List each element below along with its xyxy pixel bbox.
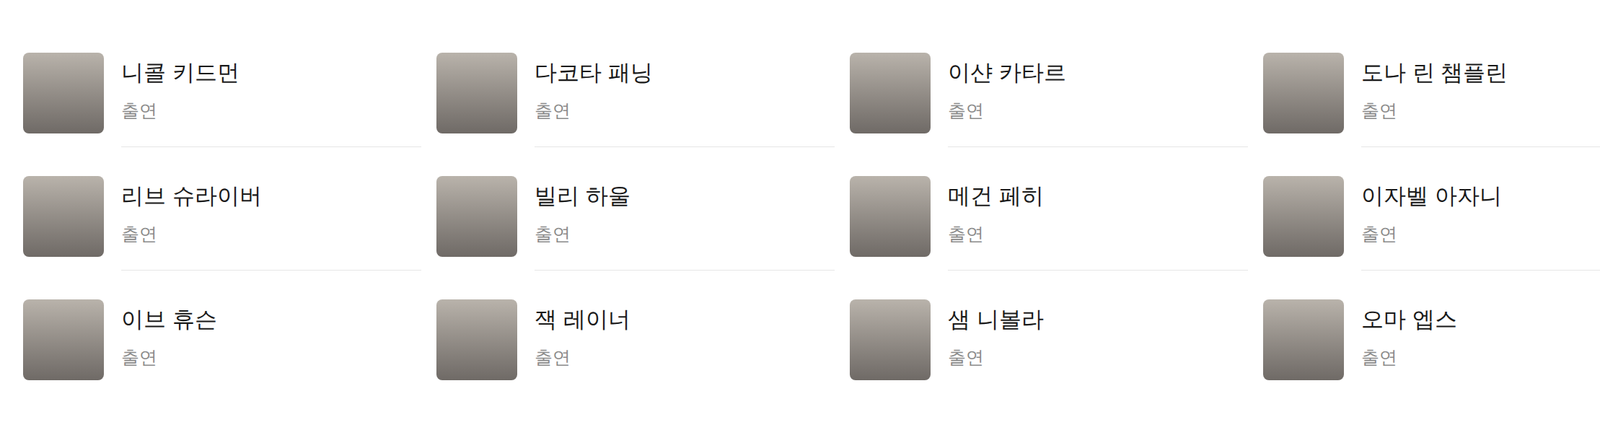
cast-item[interactable]: 메건 페히출연 <box>849 176 1248 271</box>
cast-name: 다코타 패닝 <box>534 61 835 85</box>
cast-info: 오마 엡스출연 <box>1361 299 1600 394</box>
profile-photo <box>1263 176 1344 257</box>
cast-item[interactable]: 이자벨 아자니출연 <box>1263 176 1600 271</box>
cast-name: 메건 페히 <box>947 184 1248 208</box>
cast-info: 이브 휴슨출연 <box>121 299 422 394</box>
cast-role: 출연 <box>947 345 1248 369</box>
profile-photo <box>436 176 518 257</box>
cast-name: 리브 슈라이버 <box>121 184 422 208</box>
cast-role: 출연 <box>121 98 422 122</box>
cast-info: 빌리 하울출연 <box>534 176 835 271</box>
cast-grid: 니콜 키드먼출연다코타 패닝출연이샨 카타르출연도나 린 챔플린출연리브 슈라이… <box>23 52 1600 394</box>
cast-item[interactable]: 잭 레이너출연 <box>436 299 835 394</box>
cast-info: 니콜 키드먼출연 <box>121 52 422 148</box>
cast-info: 메건 페히출연 <box>947 176 1248 271</box>
profile-photo <box>849 176 931 257</box>
cast-name: 이자벨 아자니 <box>1361 184 1600 208</box>
cast-role: 출연 <box>534 98 835 122</box>
cast-name: 니콜 키드먼 <box>121 61 422 85</box>
cast-name: 도나 린 챔플린 <box>1361 61 1600 85</box>
cast-info: 이샨 카타르출연 <box>947 52 1248 148</box>
cast-info: 이자벨 아자니출연 <box>1361 176 1600 271</box>
cast-info: 도나 린 챔플린출연 <box>1361 52 1600 148</box>
cast-role: 출연 <box>1361 222 1600 246</box>
profile-photo <box>849 299 931 381</box>
cast-info: 샘 니볼라출연 <box>947 299 1248 394</box>
cast-item[interactable]: 샘 니볼라출연 <box>849 299 1248 394</box>
cast-role: 출연 <box>1361 345 1600 369</box>
cast-role: 출연 <box>121 222 422 246</box>
profile-photo <box>1263 299 1344 381</box>
cast-item[interactable]: 도나 린 챔플린출연 <box>1263 52 1600 148</box>
profile-photo <box>436 299 518 381</box>
cast-name: 샘 니볼라 <box>947 308 1248 332</box>
cast-role: 출연 <box>947 98 1248 122</box>
cast-info: 잭 레이너출연 <box>534 299 835 394</box>
cast-page: 니콜 키드먼출연다코타 패닝출연이샨 카타르출연도나 린 챔플린출연리브 슈라이… <box>0 0 1600 430</box>
profile-photo <box>23 299 104 381</box>
profile-photo <box>23 176 104 257</box>
cast-role: 출연 <box>947 222 1248 246</box>
cast-role: 출연 <box>121 345 422 369</box>
cast-item[interactable]: 리브 슈라이버출연 <box>23 176 422 271</box>
cast-info: 리브 슈라이버출연 <box>121 176 422 271</box>
profile-photo <box>849 52 931 134</box>
cast-name: 이샨 카타르 <box>947 61 1248 85</box>
cast-info: 다코타 패닝출연 <box>534 52 835 148</box>
cast-item[interactable]: 빌리 하울출연 <box>436 176 835 271</box>
cast-role: 출연 <box>534 222 835 246</box>
cast-item[interactable]: 다코타 패닝출연 <box>436 52 835 148</box>
cast-item[interactable]: 이브 휴슨출연 <box>23 299 422 394</box>
cast-item[interactable]: 이샨 카타르출연 <box>849 52 1248 148</box>
cast-name: 오마 엡스 <box>1361 308 1600 332</box>
profile-photo <box>436 52 518 134</box>
cast-item[interactable]: 오마 엡스출연 <box>1263 299 1600 394</box>
cast-name: 잭 레이너 <box>534 308 835 332</box>
profile-photo <box>1263 52 1344 134</box>
cast-role: 출연 <box>1361 98 1600 122</box>
profile-photo <box>23 52 104 134</box>
cast-role: 출연 <box>534 345 835 369</box>
cast-item[interactable]: 니콜 키드먼출연 <box>23 52 422 148</box>
cast-name: 빌리 하울 <box>534 184 835 208</box>
cast-name: 이브 휴슨 <box>121 308 422 332</box>
